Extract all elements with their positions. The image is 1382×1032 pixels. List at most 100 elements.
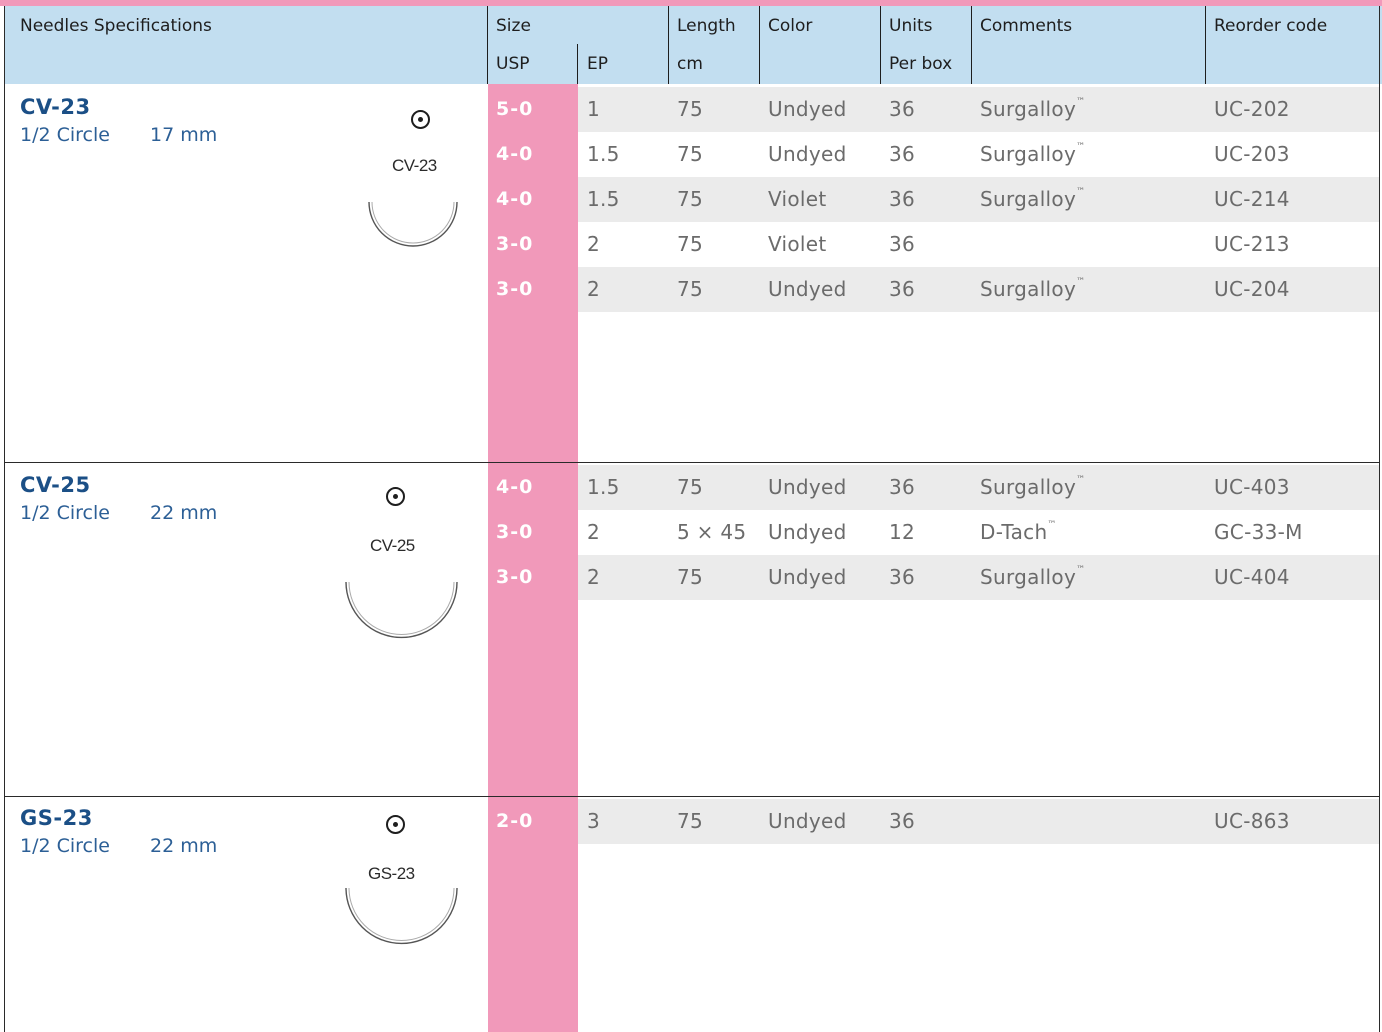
needle-shape: 1/2 Circle xyxy=(20,502,110,524)
header-color: Color xyxy=(768,16,813,36)
comment-text: Surgalloy xyxy=(980,187,1077,211)
needle-size: 17 mm xyxy=(149,124,218,146)
cell-length: 75 xyxy=(677,565,704,589)
cell-usp: 3-0 xyxy=(496,521,534,543)
cell-color: Undyed xyxy=(768,142,847,166)
cell-length: 75 xyxy=(677,97,704,121)
cell-usp: 3-0 xyxy=(496,566,534,588)
cell-length: 75 xyxy=(677,187,704,211)
needles-spec-page: Needles Specifications Size USP EP Lengt… xyxy=(0,0,1382,1032)
table-row: 5-0 1 75 Undyed 36 Surgalloy™ UC-202 xyxy=(488,87,1379,132)
cell-reorder-code: UC-203 xyxy=(1214,142,1290,166)
header-divider xyxy=(971,6,972,84)
cell-units: 36 xyxy=(889,475,916,499)
cell-length: 75 xyxy=(677,809,704,833)
trademark-mark: ™ xyxy=(1047,520,1057,531)
table-row: 3-0 2 75 Undyed 36 Surgalloy™ UC-204 xyxy=(488,267,1379,312)
needle-size: 22 mm xyxy=(149,502,218,524)
table-header: Needles Specifications Size USP EP Lengt… xyxy=(5,6,1382,84)
header-divider xyxy=(1205,6,1206,84)
comment-text: Surgalloy xyxy=(980,475,1077,499)
needle-size: 22 mm xyxy=(149,835,218,857)
trademark-mark: ™ xyxy=(1076,277,1086,288)
cell-units: 36 xyxy=(889,277,916,301)
needle-description: 1/2 Circle 22 mm xyxy=(20,835,217,857)
cell-units: 36 xyxy=(889,232,916,256)
cell-usp: 5-0 xyxy=(496,98,534,120)
table-row: 3-0 2 5 × 45 Undyed 12 D-Tach™ GC-33-M xyxy=(488,510,1379,555)
cell-reorder-code: UC-214 xyxy=(1214,187,1290,211)
cell-color: Violet xyxy=(768,232,827,256)
cell-reorder-code: UC-403 xyxy=(1214,475,1290,499)
cell-units: 36 xyxy=(889,187,916,211)
header-length-unit: cm xyxy=(677,54,703,74)
header-usp: USP xyxy=(496,54,530,74)
cell-ep: 1.5 xyxy=(587,475,620,499)
table-row: 3-0 2 75 Violet 36 UC-213 xyxy=(488,222,1379,267)
needle-shape: 1/2 Circle xyxy=(20,835,110,857)
table-right-border xyxy=(1379,6,1380,1032)
cell-comment: Surgalloy™ xyxy=(980,555,1085,600)
cell-color: Violet xyxy=(768,187,827,211)
cell-units: 36 xyxy=(889,142,916,166)
cell-units: 12 xyxy=(889,520,916,544)
taper-point-icon xyxy=(411,110,430,129)
cell-reorder-code: UC-213 xyxy=(1214,232,1290,256)
cell-ep: 1.5 xyxy=(587,142,620,166)
taper-point-icon xyxy=(386,815,405,834)
cell-length: 75 xyxy=(677,232,704,256)
needle-description: 1/2 Circle 17 mm xyxy=(20,124,217,146)
cell-color: Undyed xyxy=(768,520,847,544)
cell-comment: Surgalloy™ xyxy=(980,87,1085,132)
table-row: 4-0 1.5 75 Undyed 36 Surgalloy™ UC-203 xyxy=(488,132,1379,177)
trademark-mark: ™ xyxy=(1076,97,1086,108)
comment-text: Surgalloy xyxy=(980,142,1077,166)
needle-icon-label: CV-25 xyxy=(370,536,415,555)
cell-length: 75 xyxy=(677,475,704,499)
cell-color: Undyed xyxy=(768,565,847,589)
trademark-mark: ™ xyxy=(1076,475,1086,486)
header-units: Units xyxy=(889,16,933,36)
cell-length: 5 × 45 xyxy=(677,520,747,544)
table-row: 2-0 3 75 Undyed 36 UC-863 xyxy=(488,799,1379,844)
cell-reorder-code: UC-202 xyxy=(1214,97,1290,121)
group-divider xyxy=(4,796,1380,797)
header-length: Length xyxy=(677,16,736,36)
cell-ep: 1 xyxy=(587,97,601,121)
group-divider xyxy=(4,462,1380,463)
header-ep: EP xyxy=(587,54,608,74)
trademark-mark: ™ xyxy=(1076,187,1086,198)
cell-units: 36 xyxy=(889,809,916,833)
cell-ep: 2 xyxy=(587,277,601,301)
cell-reorder-code: GC-33-M xyxy=(1214,520,1303,544)
cell-color: Undyed xyxy=(768,475,847,499)
table-row: 4-0 1.5 75 Violet 36 Surgalloy™ UC-214 xyxy=(488,177,1379,222)
header-divider xyxy=(759,6,760,84)
cell-usp: 4-0 xyxy=(496,188,534,210)
cell-reorder-code: UC-863 xyxy=(1214,809,1290,833)
header-comments: Comments xyxy=(980,16,1073,36)
cell-color: Undyed xyxy=(768,809,847,833)
cell-comment: Surgalloy™ xyxy=(980,177,1085,222)
needle-description: 1/2 Circle 22 mm xyxy=(20,502,217,524)
needle-name: GS-23 xyxy=(20,806,93,830)
table-row: 4-0 1.5 75 Undyed 36 Surgalloy™ UC-403 xyxy=(488,465,1379,510)
header-divider xyxy=(577,44,578,84)
comment-text: D-Tach xyxy=(980,520,1048,544)
cell-length: 75 xyxy=(677,142,704,166)
cell-ep: 2 xyxy=(587,565,601,589)
comment-text: Surgalloy xyxy=(980,565,1077,589)
cell-usp: 4-0 xyxy=(496,143,534,165)
needle-icon-label: CV-23 xyxy=(392,156,437,175)
table-row: 3-0 2 75 Undyed 36 Surgalloy™ UC-404 xyxy=(488,555,1379,600)
cell-ep: 2 xyxy=(587,520,601,544)
cell-length: 75 xyxy=(677,277,704,301)
half-circle-needle-icon xyxy=(345,581,458,639)
comment-text: Surgalloy xyxy=(980,277,1077,301)
table-left-border xyxy=(4,6,5,1032)
header-needles-spec: Needles Specifications xyxy=(20,16,212,36)
cell-units: 36 xyxy=(889,565,916,589)
header-divider xyxy=(487,6,488,84)
needle-icon-label: GS-23 xyxy=(368,864,415,883)
cell-ep: 1.5 xyxy=(587,187,620,211)
